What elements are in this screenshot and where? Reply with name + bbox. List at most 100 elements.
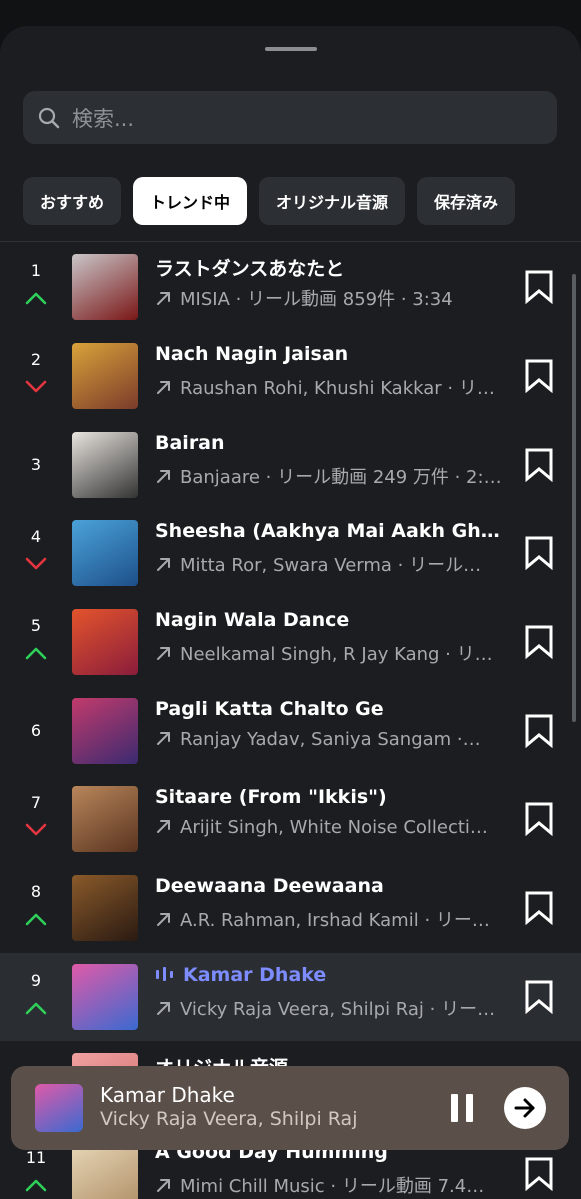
song-subtitle-text: MISIA · リール動画 859件 · 3:34 [180,289,453,311]
arrow-up-right-icon [157,1001,170,1015]
filter-chip[interactable]: トレンド中 [133,177,248,225]
arrow-right-icon [514,1098,535,1118]
song-subtitle-text: Mitta Ror, Swara Verma · リール… [180,555,482,577]
search-input[interactable]: 検索... [72,103,134,133]
open-player-button[interactable] [504,1087,546,1129]
search-icon [38,107,60,128]
song-row[interactable]: 7 Sitaare (From "Ikkis") Arijit Singh, Whi… [0,775,581,864]
song-title: Nagin Wala Dance [155,609,505,631]
album-cover [72,786,138,853]
filter-chip[interactable]: 保存済み [417,177,516,225]
song-row[interactable]: 3 Bairan Banjaare · リール動画 249 万件 · 2:… [0,420,581,509]
album-cover [72,254,138,321]
arrow-up-right-icon [157,381,170,395]
song-subtitle: Mimi Chill Music · リール動画 7.4… [155,1172,505,1198]
album-cover [72,963,138,1030]
song-subtitle-text: A.R. Rahman, Irshad Kamil · リー… [180,910,490,932]
song-title: Bairan [155,432,505,454]
song-subtitle-text: Mimi Chill Music · リール動画 7.4… [180,1176,485,1198]
filter-chip[interactable]: おすすめ [23,177,122,225]
rank-number: 8 [30,882,42,902]
filter-chips: おすすめ トレンド中 オリジナル音源 保存済み [23,177,516,225]
song-title-text: Nach Nagin Jaisan [155,343,349,366]
song-title-text: Kamar Dhake [183,963,327,986]
song-subtitle-text: Arijit Singh, White Noise Collecti… [180,817,488,839]
rank-number: 6 [30,720,42,740]
song-row[interactable]: 1 ラストダンスあなたと MISIA · リール動画 859件 · 3:34 [0,243,581,332]
mini-player[interactable]: Kamar Dhake Vicky Raja Veera, Shilpi Raj [11,1066,569,1150]
album-cover [72,875,138,942]
divider [0,241,581,242]
trend-up-icon [25,1179,47,1192]
song-subtitle: A.R. Rahman, Irshad Kamil · リー… [155,906,505,932]
filter-chip[interactable]: オリジナル音源 [259,177,406,225]
equalizer-icon [156,966,173,981]
song-subtitle: Mitta Ror, Swara Verma · リール… [155,551,505,577]
bookmark-icon[interactable] [524,270,554,305]
trend-up-icon [25,647,47,660]
song-row[interactable]: 4 Sheesha (Aakhya Mai Aakh Ghali… Mitta Ro… [0,509,581,598]
song-row[interactable]: 5 Nagin Wala Dance Neelkamal Singh, R Jay … [0,598,581,687]
song-title: ラストダンスあなたと [155,254,505,281]
arrow-up-right-icon [157,820,170,834]
song-subtitle-text: Raushan Rohi, Khushi Kakkar · リ… [180,378,495,400]
song-row[interactable]: 2 Nach Nagin Jaisan Raushan Rohi, Khushi K… [0,332,581,421]
trend-up-icon [25,1002,47,1015]
song-row[interactable]: 6 Pagli Katta Chalto Ge Ranjay Yadav, Sani… [0,686,581,775]
arrow-up-right-icon [157,292,170,306]
arrow-up-right-icon [157,558,170,572]
now-playing-cover [35,1084,83,1132]
album-cover [72,343,138,410]
sheet-grabber[interactable] [265,47,317,51]
song-subtitle-text: Vicky Raja Veera, Shilpi Raj · リー… [180,998,496,1020]
song-title: Nach Nagin Jaisan [155,343,505,365]
bookmark-icon[interactable] [524,625,554,660]
song-subtitle: Ranjay Yadav, Saniya Sangam ·… [155,729,505,750]
song-list: 1 ラストダンスあなたと MISIA · リール動画 859件 · 3:34 2 Nac… [0,243,581,1199]
search-bar[interactable]: 検索... [23,91,557,144]
rank-number: 5 [30,616,42,636]
album-cover [72,697,138,764]
rank-number: 4 [30,527,42,547]
rank-number: 9 [30,970,42,990]
now-playing-artist: Vicky Raja Veera, Shilpi Raj [100,1108,358,1130]
song-subtitle: Neelkamal Singh, R Jay Kang · リ… [155,640,505,666]
arrow-up-right-icon [157,913,170,927]
song-subtitle: Vicky Raja Veera, Shilpi Raj · リー… [155,995,505,1021]
trend-up-icon [25,293,47,305]
song-title: Sitaare (From "Ikkis") [155,786,505,808]
song-subtitle-text: Banjaare · リール動画 249 万件 · 2:… [180,466,502,488]
song-row[interactable]: 9 Kamar Dhake Vicky Raja Veera, Shilpi Raj… [0,952,581,1042]
bookmark-icon[interactable] [524,980,554,1014]
song-title-text: Sheesha (Aakhya Mai Aakh Ghali… [155,520,505,543]
song-row[interactable]: 8 Deewaana Deewaana A.R. Rahman, Irshad Ka… [0,864,581,953]
arrow-up-right-icon [157,1179,170,1193]
trend-down-icon [25,558,47,570]
rank-number: 7 [30,793,42,813]
album-cover [72,609,138,676]
arrow-up-right-icon [157,469,170,483]
bookmark-icon[interactable] [524,359,554,394]
album-cover [72,431,138,498]
bookmark-icon[interactable] [524,448,554,482]
trend-down-icon [25,824,47,836]
song-subtitle: MISIA · リール動画 859件 · 3:34 [155,285,505,311]
song-title: Sheesha (Aakhya Mai Aakh Ghali… [155,520,505,542]
bookmark-icon[interactable] [524,1157,554,1192]
scrollbar[interactable] [572,274,576,722]
song-title-text: Deewaana Deewaana [155,875,384,898]
bookmark-icon[interactable] [524,802,554,837]
pause-icon[interactable] [449,1093,475,1123]
song-title-text: Sitaare (From "Ikkis") [155,786,387,809]
album-cover [72,520,138,587]
bookmark-icon[interactable] [524,891,554,926]
song-subtitle-text: Neelkamal Singh, R Jay Kang · リ… [180,644,493,666]
now-playing-title: Kamar Dhake [100,1083,235,1107]
bookmark-icon[interactable] [524,536,554,571]
song-title-text: Pagli Katta Chalto Ge [155,697,384,720]
bookmark-icon[interactable] [524,714,554,748]
arrow-up-right-icon [157,731,170,745]
song-subtitle: Arijit Singh, White Noise Collecti… [155,817,505,838]
song-title-text: Bairan [155,431,225,454]
trend-up-icon [25,913,47,926]
